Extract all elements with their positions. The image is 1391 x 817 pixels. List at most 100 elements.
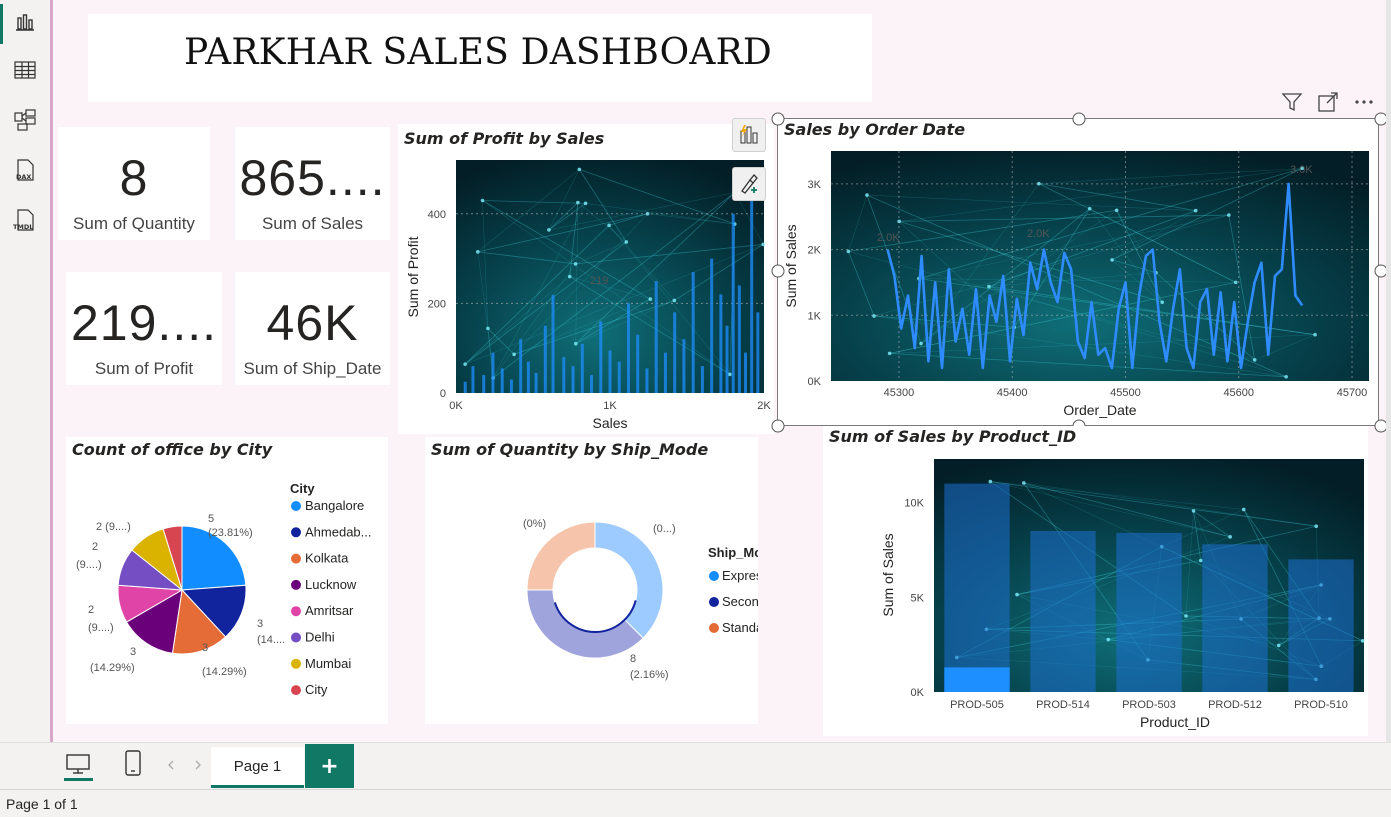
profit-bar [617, 361, 621, 393]
svg-text:DAX: DAX [16, 173, 31, 181]
sales-bar [1288, 559, 1354, 692]
profit-bar [756, 312, 760, 393]
chart-quantity-by-ship-mode[interactable]: Sum of Quantity by Ship_Mode (0...) 8 (2.1… [425, 437, 758, 724]
focus-mode-icon[interactable] [1317, 91, 1339, 117]
mobile-layout-icon[interactable] [121, 749, 145, 781]
profit-bar [471, 366, 475, 393]
legend-marker [291, 658, 301, 669]
y-tick-label: 1K [808, 310, 822, 322]
next-page-icon[interactable] [192, 757, 204, 776]
kpi-card-sales[interactable]: 865.... Sum of Sales [235, 127, 390, 240]
profit-bar [562, 357, 566, 393]
network-node [1252, 358, 1257, 362]
kpi-value: 46K [266, 295, 359, 351]
data-label: 219 [590, 275, 608, 287]
profit-bar [551, 294, 555, 393]
y-axis-title: Sum of Sales [783, 224, 799, 307]
y-axis-title: Sum of Sales [880, 533, 896, 616]
legend-item: Ahmedab... [305, 524, 372, 539]
chart-sales-by-product[interactable]: Sum of Sales by Product_ID PROD-505 PROD-… [823, 426, 1368, 736]
x-tick-label: PROD-503 [1122, 699, 1176, 711]
network-node [1160, 300, 1165, 305]
network-node [1106, 637, 1111, 642]
network-node [1198, 558, 1203, 563]
tmdl-view-icon[interactable]: TMDL [0, 200, 50, 240]
add-page-button[interactable]: + [305, 744, 354, 788]
profit-bar [482, 375, 486, 393]
smart-narrative-icon[interactable] [732, 118, 766, 152]
x-tick-label: PROD-512 [1208, 699, 1262, 711]
y-tick-label: 0K [808, 376, 822, 388]
table-view-icon[interactable] [0, 50, 50, 90]
data-label: 3.0K [1290, 164, 1313, 176]
pie-label: (14.29%) [90, 662, 135, 674]
network-node [988, 479, 993, 484]
network-node [480, 198, 485, 203]
legend-item: Express [722, 568, 758, 583]
kpi-value: 865.... [239, 150, 386, 206]
network-node [475, 250, 480, 254]
profit-bar [654, 280, 658, 393]
report-view-icon[interactable] [0, 2, 50, 44]
legend-item: Second Cl... [722, 594, 758, 609]
legend-item: Mumbai [305, 656, 351, 671]
donut-label: 8 [630, 653, 636, 665]
network-node [1087, 206, 1092, 211]
network-node [1313, 332, 1317, 337]
profit-bar [509, 379, 513, 393]
x-tick-label: 1K [603, 400, 617, 412]
pie-label: (9....) [76, 559, 102, 571]
legend-marker [291, 685, 301, 696]
y-tick-label: 400 [428, 209, 446, 221]
y-tick-label: 200 [428, 298, 446, 310]
legend-item: Lucknow [305, 577, 357, 592]
kpi-card-ship-date[interactable]: 46K Sum of Ship_Date [235, 272, 390, 385]
tab-page-1[interactable]: Page 1 [211, 747, 304, 788]
kpi-value: 8 [119, 150, 149, 206]
network-node [648, 297, 653, 301]
kpi-label: Sum of Profit [94, 359, 194, 378]
filter-icon[interactable] [1281, 91, 1303, 117]
chart-profit-by-sales[interactable]: Sum of Profit by Sales 219 0 200 400 0K 1K 2K S… [398, 124, 774, 434]
report-canvas: PARKHAR SALES DASHBOARD 8 Sum of Quantit… [53, 0, 1391, 742]
network-node [573, 341, 578, 346]
network-node [577, 167, 582, 172]
prev-page-icon[interactable] [165, 757, 177, 776]
office-by-city-svg: 5 (23.81%) 3 (14.... 3 (14.29%) 3 (14.29%) 2 (9..… [76, 481, 372, 697]
svg-text:TMDL: TMDL [13, 223, 33, 231]
legend-item: Standard [722, 620, 758, 635]
sales-bar [1116, 532, 1182, 692]
quantity-by-ship-mode-svg: (0...) 8 (2.16%) (0%) Ship_Mode Express Second… [523, 518, 758, 681]
x-axis-title: Order_Date [1063, 402, 1136, 418]
more-options-icon[interactable] [1353, 91, 1375, 117]
dax-query-icon[interactable]: DAX [0, 150, 50, 190]
legend-marker [709, 623, 719, 633]
format-brush-icon[interactable] [732, 167, 766, 201]
x-tick-label: PROD-505 [950, 699, 1004, 711]
x-tick-label: 45400 [997, 387, 1028, 399]
pie-label: (23.81%) [208, 527, 253, 539]
sales-bar [944, 483, 1010, 692]
legend-item: Kolkata [305, 551, 349, 566]
model-view-icon[interactable] [0, 100, 50, 140]
network-node [1184, 614, 1188, 618]
kpi-card-quantity[interactable]: 8 Sum of Quantity [58, 127, 210, 240]
network-node [576, 200, 580, 205]
kpi-card-profit[interactable]: 219.... Sum of Profit [66, 272, 222, 385]
pie-label: 3 [130, 646, 136, 658]
network-node [728, 372, 732, 377]
canvas-scroll-edge [1386, 0, 1391, 742]
x-tick-label: 45500 [1110, 387, 1141, 399]
donut-label: (2.16%) [630, 669, 669, 681]
legend-marker [291, 606, 301, 617]
profit-bar [750, 200, 754, 393]
x-tick-label: PROD-510 [1294, 699, 1348, 711]
highlight-bar [944, 667, 1010, 692]
legend-title: City [290, 481, 315, 496]
chart-sales-by-order-date[interactable]: Sales by Order Date 2.0K 2.0K 3.0K 0K 1K 2K 3K… [777, 118, 1379, 426]
network-node [761, 242, 766, 247]
x-tick-label: 45600 [1223, 387, 1254, 399]
network-node [607, 223, 611, 228]
profit-bar [700, 366, 704, 393]
chart-office-by-city[interactable]: Count of office by City 5 (23.81%) 3 (14...… [66, 437, 388, 724]
